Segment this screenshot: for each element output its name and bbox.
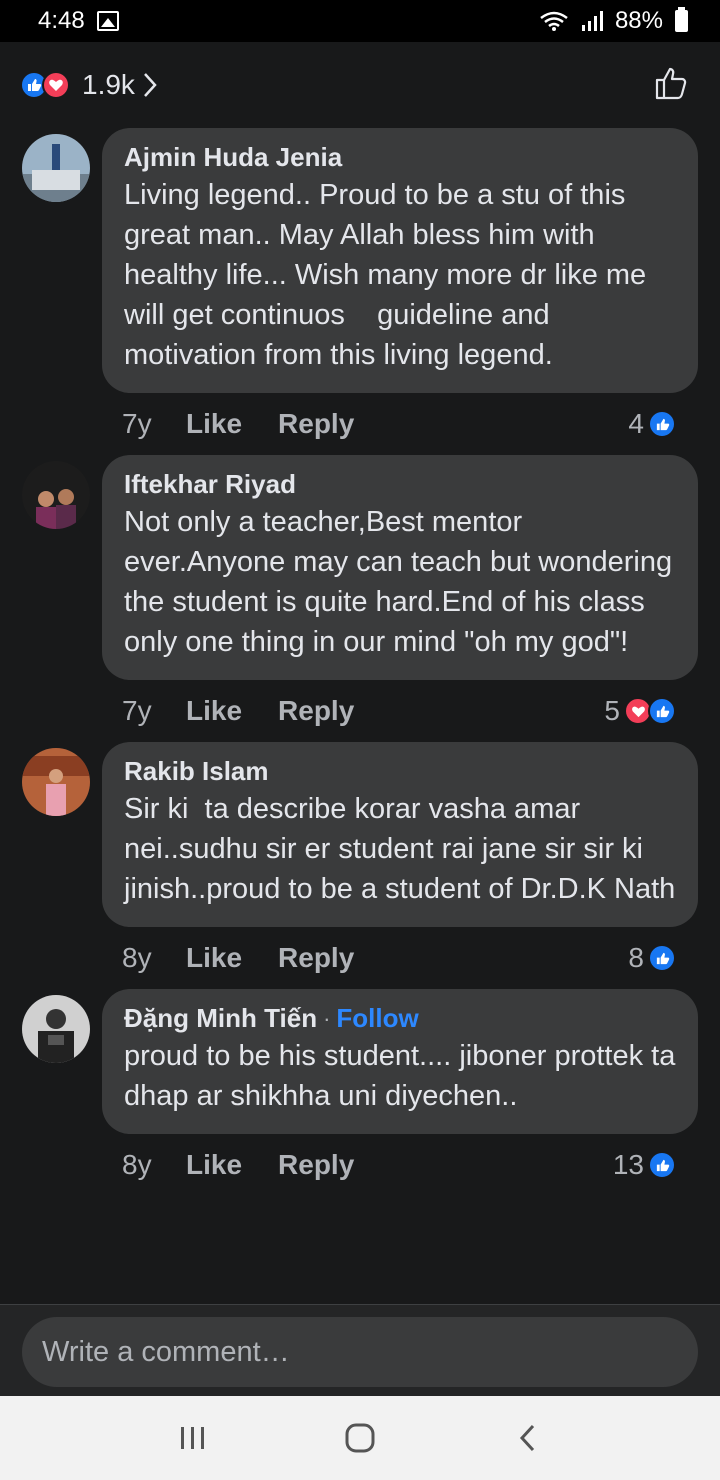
- comment-time[interactable]: 7y: [122, 695, 186, 727]
- comment-bubble[interactable]: Iftekhar Riyad Not only a teacher,Best m…: [102, 455, 698, 680]
- comment-meta: 7y Like Reply 4: [102, 393, 698, 455]
- comment-text: proud to be his student.... jiboner prot…: [124, 1040, 676, 1112]
- back-icon: [519, 1424, 534, 1452]
- wifi-icon: [540, 11, 568, 31]
- signal-icon: [581, 11, 603, 31]
- reactions-header: 1.9k: [0, 42, 720, 128]
- recent-apps-button[interactable]: [163, 1408, 223, 1468]
- comment-time[interactable]: 8y: [122, 1149, 186, 1181]
- comment: Iftekhar Riyad Not only a teacher,Best m…: [0, 455, 720, 742]
- comment-author[interactable]: Ajmin Huda Jenia: [124, 142, 342, 173]
- comment-text: Living legend.. Proud to be a stu of thi…: [124, 179, 647, 371]
- like-button[interactable]: Like: [186, 1149, 242, 1181]
- comment-reactions[interactable]: 4: [628, 408, 676, 440]
- avatar[interactable]: [22, 748, 90, 816]
- gallery-icon: [96, 11, 119, 31]
- comment-text: Not only a teacher,Best mentor ever.Anyo…: [124, 506, 673, 658]
- avatar[interactable]: [22, 995, 90, 1063]
- comments-list: Ajmin Huda Jenia Living legend.. Proud t…: [0, 128, 720, 1196]
- like-button[interactable]: Like: [186, 942, 242, 974]
- comment-reaction-count: 5: [604, 695, 620, 726]
- comment-time[interactable]: 7y: [122, 408, 186, 440]
- comment-composer-area: Write a comment…: [0, 1304, 720, 1396]
- avatar[interactable]: [22, 461, 90, 529]
- battery-icon: [675, 7, 688, 32]
- follow-button[interactable]: Follow: [336, 1003, 418, 1034]
- comment-author[interactable]: Iftekhar Riyad: [124, 469, 296, 500]
- reactions-summary[interactable]: 1.9k: [20, 69, 159, 101]
- reply-button[interactable]: Reply: [278, 408, 354, 440]
- back-button[interactable]: [497, 1408, 557, 1468]
- like-post-button[interactable]: [654, 65, 690, 106]
- like-reaction-icon: [648, 944, 676, 972]
- comment-bubble[interactable]: Ajmin Huda Jenia Living legend.. Proud t…: [102, 128, 698, 393]
- comment-reactions[interactable]: 13: [613, 1149, 676, 1181]
- like-button[interactable]: Like: [186, 695, 242, 727]
- comment-meta: 8y Like Reply 13: [102, 1134, 698, 1196]
- love-reaction-icon: [42, 71, 70, 99]
- status-time: 4:48: [38, 7, 85, 34]
- comment-meta: 8y Like Reply 8: [102, 927, 698, 989]
- home-button[interactable]: [330, 1408, 390, 1468]
- chevron-right-icon: [144, 73, 157, 97]
- home-icon: [345, 1423, 375, 1453]
- comment-reaction-count: 13: [612, 1149, 644, 1180]
- system-nav-bar: [0, 1396, 720, 1480]
- separator-dot: ·: [323, 1005, 331, 1031]
- comment-time[interactable]: 8y: [122, 942, 186, 974]
- like-button[interactable]: Like: [186, 408, 242, 440]
- reply-button[interactable]: Reply: [278, 1149, 354, 1181]
- comment: Ajmin Huda Jenia Living legend.. Proud t…: [0, 128, 720, 455]
- comment-author[interactable]: Rakib Islam: [124, 756, 269, 787]
- comment-bubble[interactable]: Đặng Minh Tiến · Follow proud to be his …: [102, 989, 698, 1134]
- comment-reaction-count: 4: [628, 408, 644, 439]
- comment-reaction-count: 8: [628, 942, 644, 973]
- comment-reactions[interactable]: 5: [604, 695, 676, 727]
- recent-apps-icon: [181, 1427, 205, 1449]
- like-reaction-icon: [648, 1151, 676, 1179]
- thumbs-up-icon: [655, 67, 687, 99]
- comment-meta: 7y Like Reply 5: [102, 680, 698, 742]
- like-reaction-icon: [648, 410, 676, 438]
- status-bar: 4:48 88%: [0, 0, 720, 42]
- comment-bubble[interactable]: Rakib Islam Sir ki ta describe korar vas…: [102, 742, 698, 927]
- comment-text: Sir ki ta describe korar vasha amar nei.…: [124, 793, 676, 905]
- comment: Đặng Minh Tiến · Follow proud to be his …: [0, 989, 720, 1196]
- like-reaction-icon: [648, 697, 676, 725]
- avatar[interactable]: [22, 134, 90, 202]
- comment: Rakib Islam Sir ki ta describe korar vas…: [0, 742, 720, 989]
- reply-button[interactable]: Reply: [278, 942, 354, 974]
- comment-input[interactable]: Write a comment…: [22, 1317, 698, 1387]
- comment-reactions[interactable]: 8: [628, 942, 676, 974]
- reply-button[interactable]: Reply: [278, 695, 354, 727]
- comment-author[interactable]: Đặng Minh Tiến: [124, 1003, 317, 1034]
- battery-level: 88%: [614, 7, 663, 34]
- reaction-count: 1.9k: [82, 69, 135, 100]
